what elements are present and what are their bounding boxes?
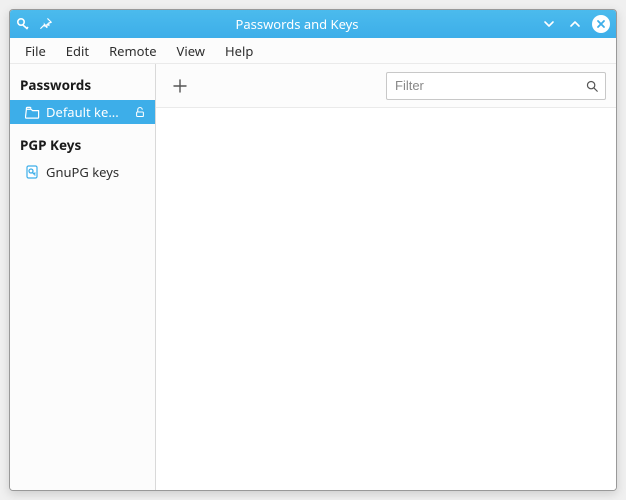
titlebar-controls (540, 15, 610, 33)
lock-open-icon (133, 105, 147, 119)
toolbar (156, 64, 616, 108)
menubar: File Edit Remote View Help (10, 38, 616, 64)
sidebar-item-label: GnuPG keys (46, 163, 147, 181)
sidebar-item-label: Default ke... (46, 103, 127, 121)
menu-file[interactable]: File (16, 39, 55, 63)
folder-icon (24, 104, 40, 120)
titlebar: Passwords and Keys (10, 10, 616, 38)
sidebar-item-gnupg-keys[interactable]: GnuPG keys (10, 160, 155, 184)
filter-input[interactable] (386, 72, 606, 100)
close-button[interactable] (592, 15, 610, 33)
body: Passwords Default ke... PGP Keys (10, 64, 616, 490)
main-pane (156, 64, 616, 490)
app-window: Passwords and Keys File Edit Remote View… (9, 9, 617, 491)
menu-help[interactable]: Help (216, 39, 262, 63)
content-area (156, 108, 616, 490)
key-icon (24, 164, 40, 180)
sidebar-header-pgp: PGP Keys (10, 130, 155, 160)
sidebar-item-default-keyring[interactable]: Default ke... (10, 100, 155, 124)
sidebar-header-passwords: Passwords (10, 70, 155, 100)
menu-remote[interactable]: Remote (100, 39, 165, 63)
maximize-button[interactable] (566, 15, 584, 33)
titlebar-left (16, 16, 54, 32)
window-title: Passwords and Keys (54, 15, 540, 33)
app-icon (16, 16, 32, 32)
menu-edit[interactable]: Edit (57, 39, 98, 63)
minimize-button[interactable] (540, 15, 558, 33)
add-button[interactable] (166, 72, 194, 100)
search-icon (584, 78, 600, 94)
sidebar: Passwords Default ke... PGP Keys (10, 64, 156, 490)
filter-field (386, 72, 606, 100)
menu-view[interactable]: View (168, 39, 214, 63)
pin-icon[interactable] (38, 16, 54, 32)
